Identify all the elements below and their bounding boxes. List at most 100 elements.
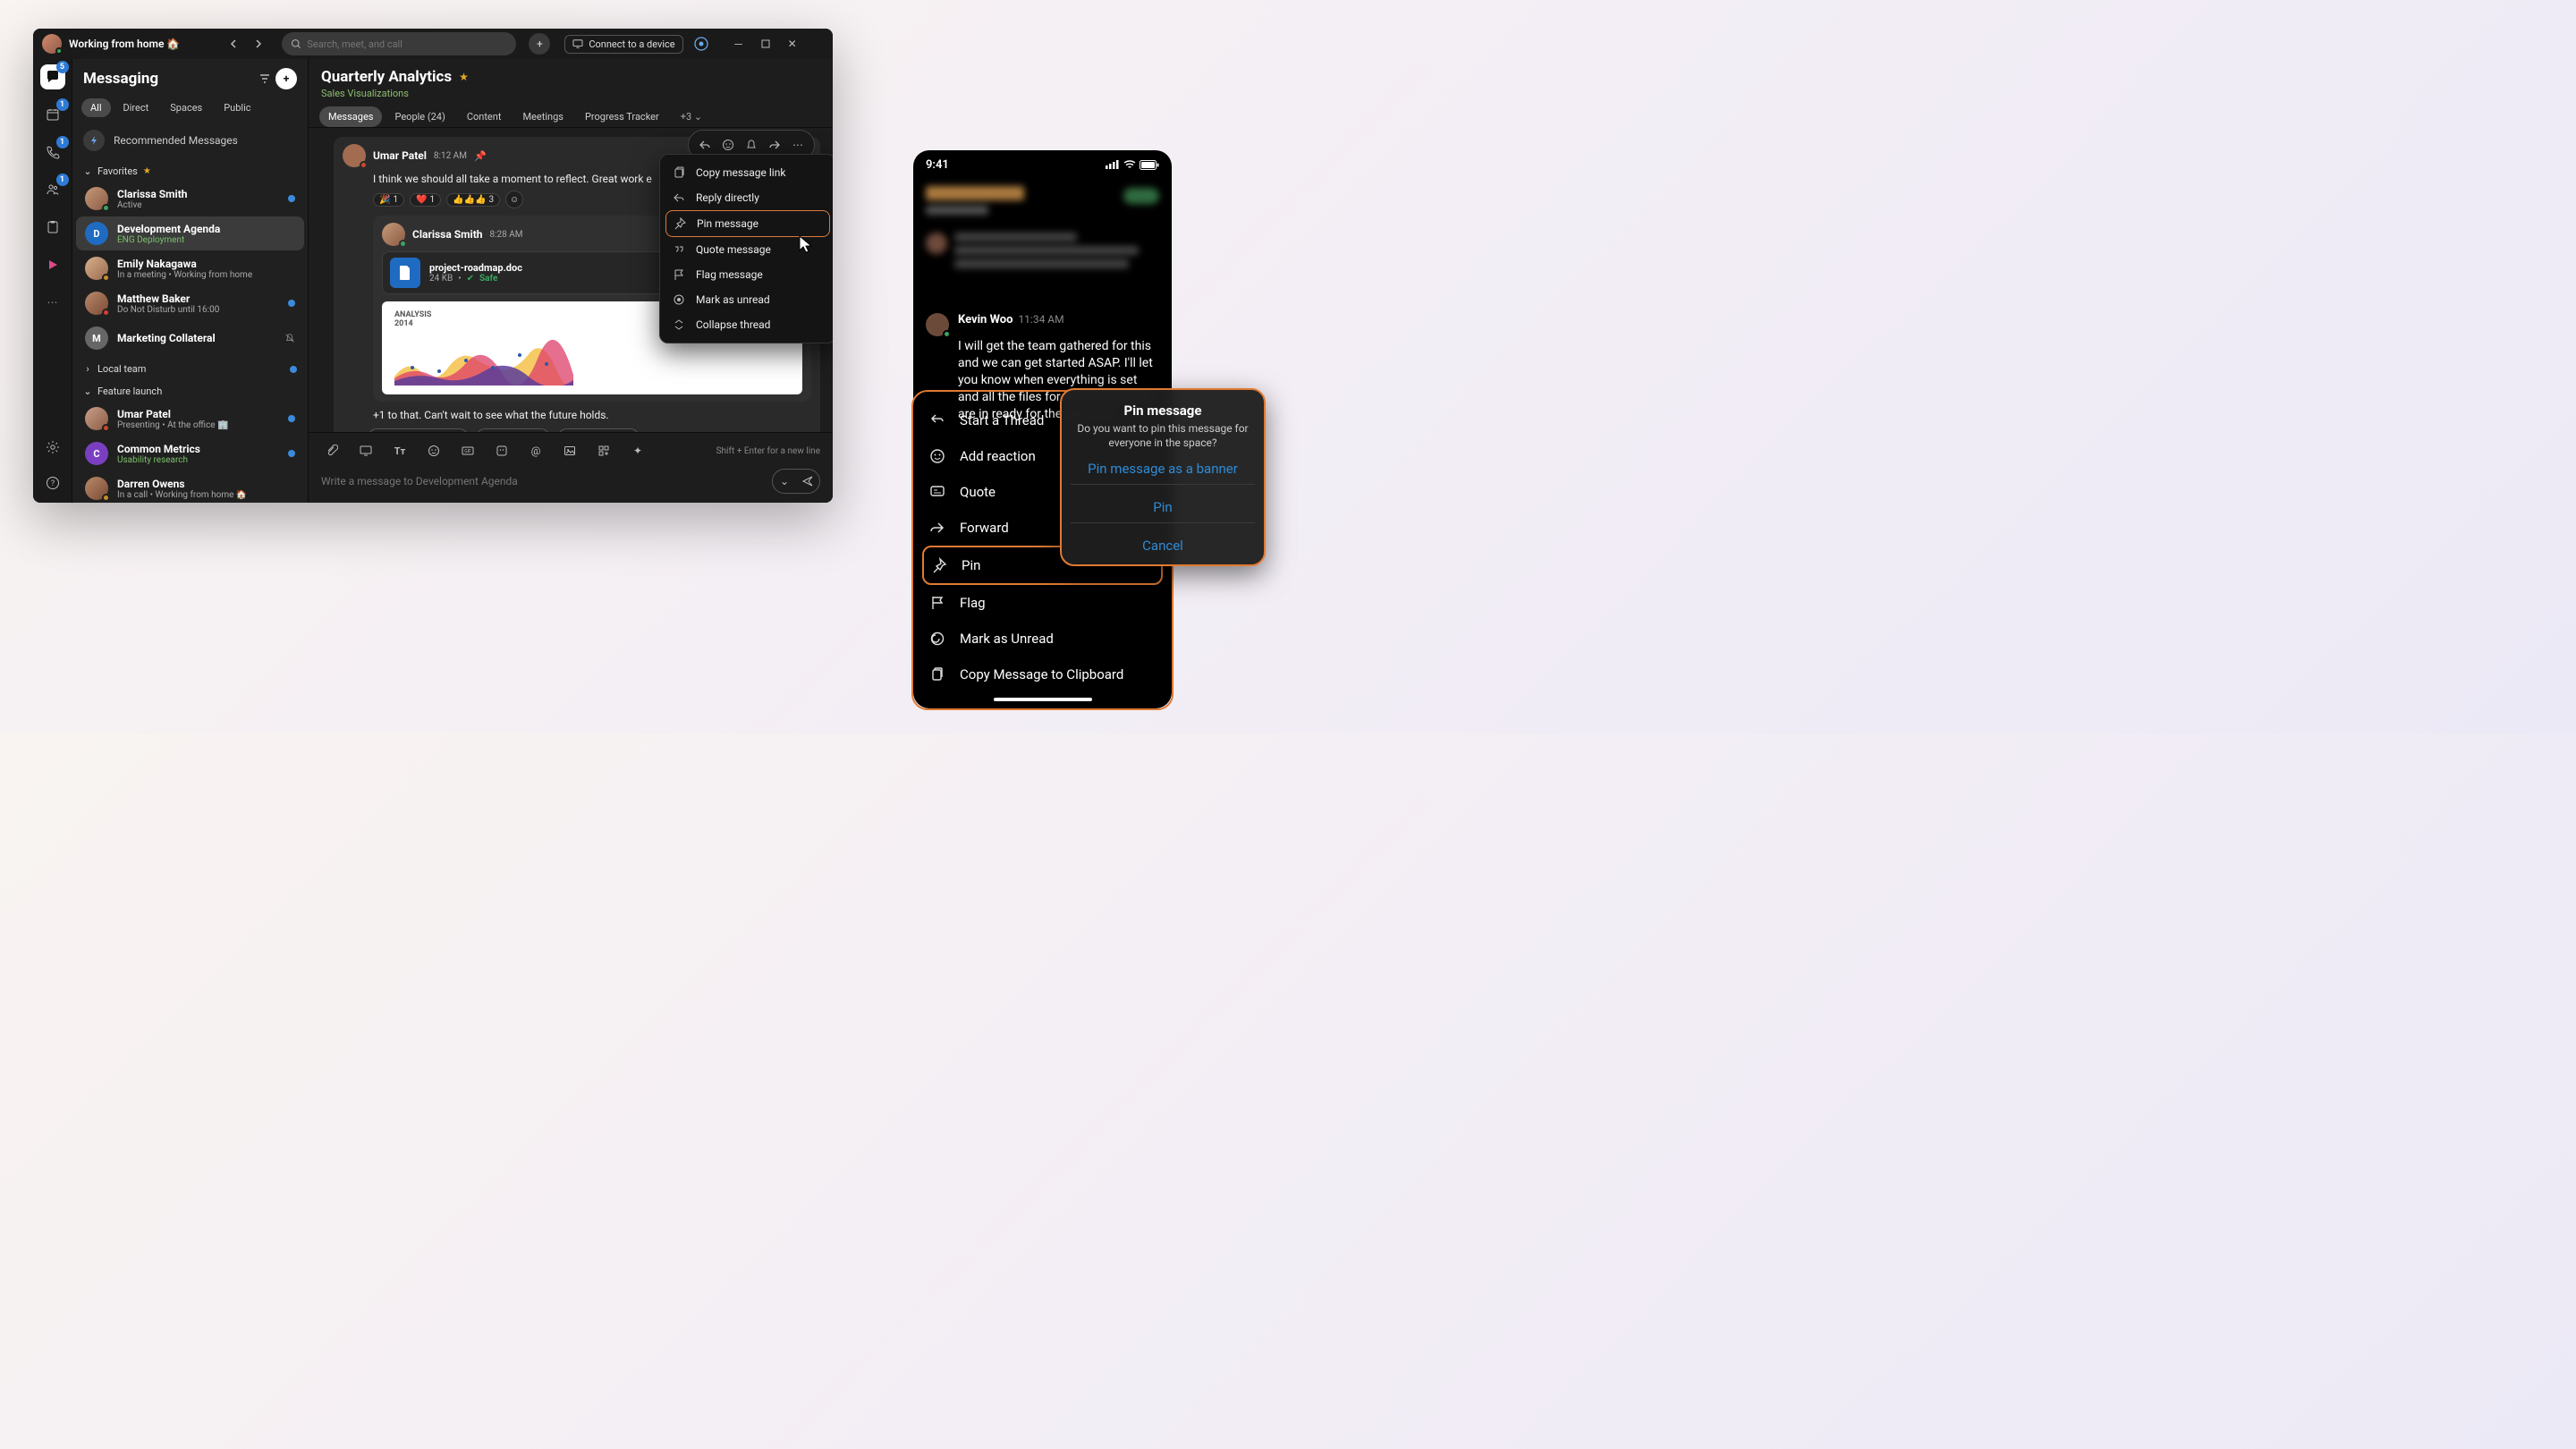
conv-development-agenda[interactable]: D Development Agenda ENG Deployment — [76, 216, 304, 250]
flag-icon — [929, 595, 947, 611]
section-feature-label: Feature launch — [97, 386, 162, 397]
rail-calendar[interactable]: 1 — [40, 102, 65, 127]
filter-chip-direct[interactable]: Direct — [114, 98, 158, 117]
mention-icon[interactable]: @ — [525, 440, 547, 462]
new-action-button[interactable]: + — [529, 33, 550, 55]
forward-icon[interactable] — [764, 134, 785, 156]
conv-clarissa[interactable]: Clarissa Smith Active — [76, 182, 304, 216]
send-options-button[interactable]: ⌄ — [773, 470, 796, 493]
favorite-star-icon[interactable]: ★ — [459, 71, 469, 83]
help-bubble-icon[interactable] — [691, 33, 712, 55]
sidebar-filter-button[interactable] — [254, 68, 275, 89]
tab-messages[interactable]: Messages — [319, 106, 382, 127]
ctx-reply-directly[interactable]: Reply directly — [665, 185, 830, 210]
rail-settings[interactable] — [40, 435, 65, 460]
conv-umar[interactable]: Umar Patel Presenting • At the office 🏢 — [76, 402, 304, 436]
format-icon[interactable]: Tт — [389, 440, 411, 462]
rail-messaging[interactable]: 5 — [40, 64, 65, 89]
author-avatar[interactable] — [382, 223, 405, 246]
ctx-collapse-thread[interactable]: Collapse thread — [665, 312, 830, 337]
reply-icon[interactable] — [694, 134, 716, 156]
connect-device-label: Connect to a device — [589, 38, 674, 50]
emoji-icon[interactable] — [423, 440, 445, 462]
gif-icon[interactable]: GIF — [457, 440, 479, 462]
file-icon — [390, 258, 420, 288]
popover-opt-banner[interactable]: Pin message as a banner — [1074, 450, 1251, 480]
conv-name: Darren Owens — [117, 478, 295, 490]
rail-help[interactable]: ? — [40, 470, 65, 496]
nav-forward-button[interactable] — [248, 33, 269, 55]
screen-icon[interactable] — [355, 440, 377, 462]
add-reaction-button[interactable]: ☺ — [505, 191, 523, 208]
filter-chip-public[interactable]: Public — [215, 98, 259, 117]
ctx-pin-message[interactable]: Pin message — [665, 210, 830, 237]
status-clock: 9:41 — [926, 158, 949, 172]
nav-back-button[interactable] — [223, 33, 244, 55]
conv-marketing[interactable]: M Marketing Collateral — [76, 321, 304, 355]
summarize-button[interactable]: ✦Summarize — [557, 428, 640, 432]
react-icon[interactable] — [717, 134, 739, 156]
ctx-copy-link[interactable]: Copy message link — [665, 160, 830, 185]
calendar-icon — [46, 107, 60, 122]
rail-teams[interactable]: 1 — [40, 177, 65, 202]
conv-name: Clarissa Smith — [117, 188, 279, 200]
filter-chip-all[interactable]: All — [81, 98, 111, 117]
ctx-flag[interactable]: Flag message — [665, 262, 830, 287]
ctx-mark-unread[interactable]: Mark as unread — [665, 287, 830, 312]
space-subtitle[interactable]: Sales Visualizations — [321, 88, 820, 99]
ctx-quote[interactable]: Quote message — [665, 237, 830, 262]
pin-icon — [674, 217, 688, 230]
attach-icon[interactable] — [321, 440, 343, 462]
tab-content[interactable]: Content — [458, 106, 511, 127]
section-feature-launch[interactable]: ⌄Feature launch — [72, 378, 308, 401]
section-local-team[interactable]: ›Local team — [72, 356, 308, 378]
tab-people[interactable]: People (24) — [386, 106, 453, 127]
tab-meetings[interactable]: Meetings — [513, 106, 572, 127]
reaction-pill[interactable]: 👍👍👍3 — [446, 193, 500, 207]
search-bar[interactable] — [282, 32, 516, 55]
send-button[interactable] — [796, 470, 819, 493]
sheet-mark-unread[interactable]: Mark as Unread — [922, 621, 1163, 657]
reaction-pill[interactable]: 🎉1 — [373, 193, 404, 207]
conv-darren[interactable]: Darren Owens In a call • Working from ho… — [76, 471, 304, 503]
more-icon[interactable]: ⋯ — [787, 134, 809, 156]
window-maximize-button[interactable] — [753, 33, 778, 55]
unread-dot — [290, 366, 297, 373]
conv-name: Emily Nakagawa — [117, 258, 295, 270]
bitmoji-icon[interactable] — [491, 440, 513, 462]
collapse-button[interactable]: Collapse — [476, 428, 549, 432]
popover-opt-pin[interactable]: Pin — [1074, 488, 1251, 519]
rail-more[interactable]: ⋯ — [40, 290, 65, 315]
section-favorites[interactable]: ⌄Favorites★ — [72, 158, 308, 181]
rail-calls[interactable]: 1 — [40, 140, 65, 165]
sheet-copy-clipboard[interactable]: Copy Message to Clipboard — [922, 657, 1163, 692]
filter-chip-spaces[interactable]: Spaces — [161, 98, 211, 117]
composer-input[interactable] — [321, 475, 765, 487]
reply-thread-button[interactable]: Reply to thread — [368, 428, 469, 432]
tab-more[interactable]: +3 ⌄ — [672, 106, 711, 127]
remind-icon[interactable] — [741, 134, 762, 156]
rail-files[interactable] — [40, 215, 65, 240]
conv-matthew[interactable]: Matthew Baker Do Not Disturb until 16:00 — [76, 286, 304, 320]
rail-apps[interactable] — [40, 252, 65, 277]
connect-device-button[interactable]: Connect to a device — [564, 35, 682, 54]
author-avatar[interactable] — [926, 313, 949, 336]
sidebar-new-button[interactable]: + — [275, 68, 297, 89]
ai-icon[interactable]: ✦ — [627, 440, 648, 462]
recommended-row[interactable]: Recommended Messages — [72, 123, 308, 158]
conv-common-metrics[interactable]: C Common Metrics Usability research — [76, 436, 304, 470]
window-minimize-button[interactable]: ─ — [726, 33, 751, 55]
window-close-button[interactable]: ✕ — [780, 33, 805, 55]
home-indicator[interactable] — [994, 698, 1092, 701]
sheet-flag[interactable]: Flag — [922, 585, 1163, 621]
search-input[interactable] — [307, 38, 507, 50]
apps-icon[interactable] — [593, 440, 614, 462]
tab-progress[interactable]: Progress Tracker — [576, 106, 668, 127]
reaction-icon — [929, 448, 947, 464]
popover-cancel[interactable]: Cancel — [1074, 527, 1251, 557]
image-icon[interactable] — [559, 440, 580, 462]
author-avatar[interactable] — [343, 144, 366, 167]
reaction-pill[interactable]: ❤️1 — [410, 193, 441, 207]
conv-emily[interactable]: Emily Nakagawa In a meeting • Working fr… — [76, 251, 304, 285]
self-avatar[interactable] — [42, 34, 62, 54]
